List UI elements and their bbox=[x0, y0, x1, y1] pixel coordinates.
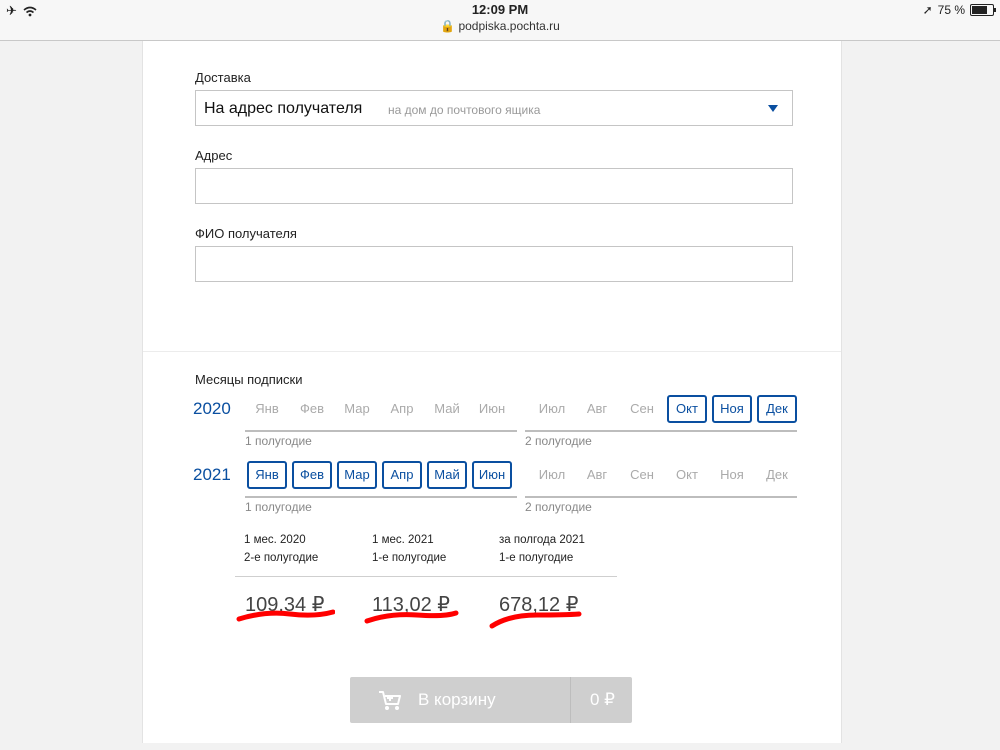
month-2021-5[interactable]: Май bbox=[427, 461, 467, 489]
half2-line-2021 bbox=[525, 496, 797, 498]
cart-total: 0 ₽ bbox=[590, 690, 615, 709]
months-label: Месяцы подписки bbox=[195, 372, 303, 387]
month-2021-2[interactable]: Фев bbox=[292, 461, 332, 489]
status-bar: ✈ 12:09 PM 🔒 podpiska.pochta.ru ➚ 75 % bbox=[0, 0, 1000, 41]
price-header-2-line1: 1 мес. 2021 bbox=[372, 534, 434, 546]
month-2020-2[interactable]: Фев bbox=[292, 395, 332, 423]
month-2021-3[interactable]: Мар bbox=[337, 461, 377, 489]
location-arrow-icon: ➚ bbox=[922, 3, 933, 17]
price-header-1-line2: 2-е полугодие bbox=[244, 552, 319, 564]
half1-line-2020 bbox=[245, 430, 517, 432]
url-text: podpiska.pochta.ru bbox=[458, 19, 560, 33]
month-2021-7[interactable]: Июл bbox=[532, 461, 572, 489]
year-label-2021: 2021 bbox=[193, 465, 231, 484]
half1-line-2021 bbox=[245, 496, 517, 498]
year-label-2020: 2020 bbox=[193, 399, 231, 418]
delivery-select[interactable]: На адрес получателя на дом до почтового … bbox=[195, 90, 793, 126]
month-2020-9[interactable]: Сен bbox=[622, 395, 662, 423]
price-header-2: 1 мес. 2021 1-е полугодие bbox=[372, 531, 446, 567]
month-2021-10[interactable]: Окт bbox=[667, 461, 707, 489]
price-header-1: 1 мес. 2020 2-е полугодие bbox=[244, 531, 318, 567]
red-underline-annotation-2 bbox=[364, 610, 459, 624]
price-header-3-line2: 1-е полугодие bbox=[499, 552, 574, 564]
price-header-3: за полгода 2021 1-е полугодие bbox=[499, 531, 585, 567]
price-divider bbox=[235, 576, 617, 577]
half1-label-2020: 1 полугодие bbox=[245, 434, 312, 448]
month-2021-11[interactable]: Ноя bbox=[712, 461, 752, 489]
section-divider bbox=[143, 351, 841, 352]
month-2020-4[interactable]: Апр bbox=[382, 395, 422, 423]
delivery-label: Доставка bbox=[195, 70, 251, 85]
recipient-name-input[interactable] bbox=[195, 246, 793, 282]
month-2021-12[interactable]: Дек bbox=[757, 461, 797, 489]
half2-line-2020 bbox=[525, 430, 797, 432]
address-input[interactable] bbox=[195, 168, 793, 204]
price-header-1-line1: 1 мес. 2020 bbox=[244, 534, 306, 546]
recipient-label: ФИО получателя bbox=[195, 226, 297, 241]
cart-divider bbox=[570, 677, 571, 723]
month-2021-1[interactable]: Янв bbox=[247, 461, 287, 489]
status-right: ➚ 75 % bbox=[922, 3, 996, 17]
half2-label-2021: 2 полугодие bbox=[525, 500, 592, 514]
month-2020-8[interactable]: Авг bbox=[577, 395, 617, 423]
month-2020-11[interactable]: Ноя bbox=[712, 395, 752, 423]
red-underline-annotation-1 bbox=[236, 609, 335, 622]
month-2020-3[interactable]: Мар bbox=[337, 395, 377, 423]
delivery-selected-hint: на дом до почтового ящика bbox=[388, 103, 541, 117]
price-header-3-line1: за полгода 2021 bbox=[499, 534, 585, 546]
month-2021-9[interactable]: Сен bbox=[622, 461, 662, 489]
month-2020-6[interactable]: Июн bbox=[472, 395, 512, 423]
battery-icon bbox=[970, 4, 996, 16]
month-2020-10[interactable]: Окт bbox=[667, 395, 707, 423]
month-2020-5[interactable]: Май bbox=[427, 395, 467, 423]
delivery-selected-value: На адрес получателя bbox=[204, 100, 363, 117]
address-label: Адрес bbox=[195, 148, 233, 163]
status-time: 12:09 PM bbox=[471, 2, 529, 17]
month-2021-8[interactable]: Авг bbox=[577, 461, 617, 489]
address-bar-url[interactable]: 🔒 podpiska.pochta.ru bbox=[0, 19, 1000, 33]
battery-percent: 75 % bbox=[937, 3, 965, 17]
chevron-down-icon bbox=[768, 105, 778, 112]
month-2020-7[interactable]: Июл bbox=[532, 395, 572, 423]
half1-label-2021: 1 полугодие bbox=[245, 500, 312, 514]
month-2021-4[interactable]: Апр bbox=[382, 461, 422, 489]
half2-label-2020: 2 полугодие bbox=[525, 434, 592, 448]
add-to-cart-label: В корзину bbox=[418, 690, 496, 709]
month-2020-12[interactable]: Дек bbox=[757, 395, 797, 423]
add-to-cart-button[interactable]: В корзину 0 ₽ bbox=[350, 677, 632, 723]
month-2020-1[interactable]: Янв bbox=[247, 395, 287, 423]
red-underline-annotation-3 bbox=[489, 611, 582, 629]
month-2021-6[interactable]: Июн bbox=[472, 461, 512, 489]
subscription-form: Доставка На адрес получателя на дом до п… bbox=[142, 41, 842, 743]
price-header-2-line2: 1-е полугодие bbox=[372, 552, 447, 564]
cart-icon bbox=[379, 691, 401, 710]
